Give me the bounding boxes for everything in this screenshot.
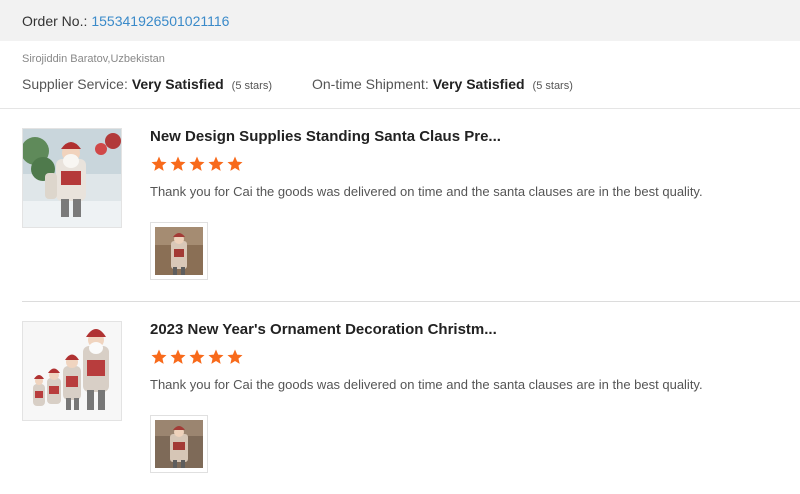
star-icon (170, 156, 186, 171)
buyer-name-location: Sirojiddin Baratov,Uzbekistan (22, 53, 165, 65)
star-icon (151, 349, 167, 364)
star-rating (150, 155, 245, 173)
review-photo[interactable] (150, 415, 208, 473)
order-number-label: Order No.: (22, 12, 88, 29)
order-number-link[interactable]: 155341926501021116 (91, 13, 229, 29)
star-icon (170, 349, 186, 364)
supplier-service-stars: (5 stars) (231, 80, 272, 92)
shipment-value: Very Satisfied (432, 76, 525, 92)
product-title-link[interactable]: New Design Supplies Standing Santa Claus… (150, 128, 501, 145)
santa-family-product-image-icon (23, 322, 121, 420)
product-thumbnail[interactable] (22, 321, 122, 421)
star-rating (150, 348, 245, 366)
santa-photo-icon (155, 227, 203, 275)
star-icon (189, 349, 205, 364)
product-title-link[interactable]: 2023 New Year's Ornament Decoration Chri… (150, 321, 497, 338)
header-divider (0, 108, 800, 109)
star-icon (208, 349, 224, 364)
star-icon (227, 156, 243, 171)
shipment-rating: On-time Shipment: Very Satisfied (5 star… (312, 76, 573, 92)
star-icon (189, 156, 205, 171)
star-icon (151, 156, 167, 171)
supplier-service-rating: Supplier Service: Very Satisfied (5 star… (22, 76, 272, 92)
review-divider (22, 301, 800, 302)
shipment-label: On-time Shipment: (312, 76, 429, 92)
review-comment: Thank you for Cai the goods was delivere… (150, 377, 703, 392)
santa-product-image-icon (23, 129, 121, 227)
product-thumbnail[interactable] (22, 128, 122, 228)
shipment-stars: (5 stars) (532, 80, 573, 92)
order-header: Order No.: 155341926501021116 (0, 0, 800, 41)
supplier-service-value: Very Satisfied (131, 76, 224, 92)
review-comment: Thank you for Cai the goods was delivere… (150, 184, 703, 199)
supplier-service-label: Supplier Service: (22, 76, 128, 92)
review-photo[interactable] (150, 222, 208, 280)
seller-ratings: Supplier Service: Very Satisfied (5 star… (22, 76, 573, 92)
star-icon (208, 156, 224, 171)
star-icon (227, 349, 243, 364)
santa-photo-icon (155, 420, 203, 468)
